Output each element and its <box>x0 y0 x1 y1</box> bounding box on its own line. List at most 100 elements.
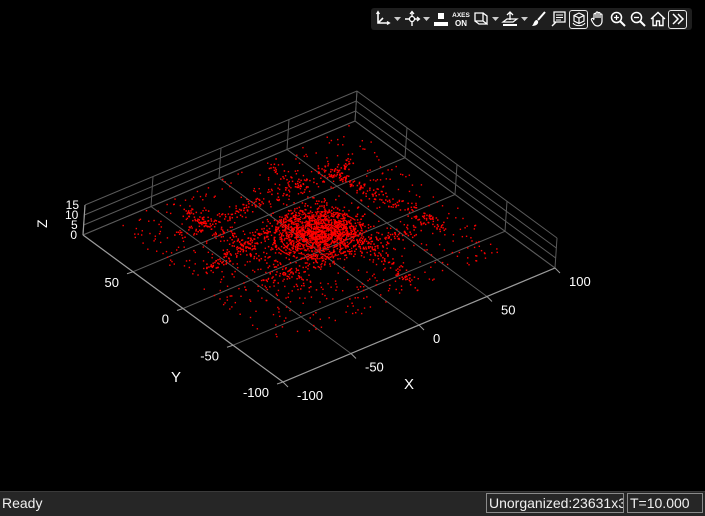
point <box>340 247 342 249</box>
ground-plane-icon[interactable] <box>500 9 520 29</box>
point <box>223 256 226 259</box>
point <box>255 200 257 203</box>
point <box>290 219 293 222</box>
point <box>324 215 327 218</box>
point <box>295 224 298 226</box>
rotate-icon[interactable] <box>402 9 422 29</box>
view-plane-icon[interactable] <box>471 9 491 29</box>
data-tip-icon[interactable] <box>549 9 569 29</box>
point <box>303 253 305 255</box>
point <box>419 261 421 263</box>
point-cloud-viewer[interactable]: -100 -50 0 50 100 -100 -50 0 50 0 5 10 15 X Y Z AX… <box>0 0 705 491</box>
point <box>328 317 330 319</box>
point <box>345 232 348 234</box>
point <box>250 201 253 203</box>
point-cloud-axes[interactable]: -100-50050100 -100-50050 051015 X Y Z <box>0 0 705 491</box>
point <box>385 199 387 201</box>
point <box>333 170 336 173</box>
pan-hand-icon[interactable] <box>588 9 608 29</box>
zoom-out-icon[interactable] <box>628 9 648 29</box>
point <box>361 140 364 142</box>
point <box>220 278 223 281</box>
point <box>382 201 384 204</box>
point <box>380 294 382 296</box>
point <box>299 181 301 184</box>
more-icon[interactable] <box>668 9 687 29</box>
point <box>295 158 297 160</box>
color-fill-icon[interactable] <box>431 9 451 29</box>
wall-grid-line <box>404 127 408 158</box>
point <box>315 328 317 330</box>
rotate-3d-icon[interactable] <box>569 9 588 29</box>
chevron-down-icon[interactable] <box>422 9 431 29</box>
point <box>297 240 299 242</box>
point <box>263 251 265 254</box>
point <box>408 279 411 282</box>
point <box>226 249 229 251</box>
point <box>203 288 206 290</box>
point <box>289 218 291 221</box>
point <box>392 258 394 260</box>
point <box>328 216 330 219</box>
point <box>365 192 367 195</box>
point <box>323 257 325 259</box>
point <box>267 238 270 241</box>
point <box>369 225 372 228</box>
point <box>394 237 396 240</box>
axes-on-off-icon[interactable]: AXES ON <box>451 9 471 29</box>
point <box>246 254 248 256</box>
point <box>253 257 255 260</box>
point <box>425 219 428 221</box>
home-icon[interactable] <box>648 9 668 29</box>
point <box>355 225 358 227</box>
point <box>311 239 314 241</box>
point <box>217 262 219 264</box>
point <box>296 186 299 189</box>
point <box>381 172 384 175</box>
point <box>275 324 277 326</box>
point <box>186 232 189 235</box>
point <box>224 181 226 183</box>
axes-transform-icon[interactable] <box>373 9 393 29</box>
point <box>478 240 480 243</box>
point <box>296 278 298 280</box>
point <box>273 231 276 234</box>
point <box>313 232 315 235</box>
point <box>280 245 283 248</box>
point <box>386 195 388 198</box>
chevron-down-icon[interactable] <box>520 9 529 29</box>
point <box>188 266 191 269</box>
point <box>329 236 332 239</box>
chevron-down-icon[interactable] <box>491 9 500 29</box>
point <box>381 250 384 252</box>
point <box>357 235 359 237</box>
point <box>378 220 380 223</box>
point <box>370 243 372 245</box>
point <box>287 254 290 256</box>
paint-brush-icon[interactable] <box>529 9 549 29</box>
point <box>343 242 346 244</box>
point <box>295 211 297 214</box>
point <box>272 313 275 316</box>
point <box>270 206 272 208</box>
point <box>428 214 431 216</box>
point <box>291 227 294 229</box>
point <box>345 254 347 256</box>
point <box>279 272 282 275</box>
point <box>261 201 263 203</box>
chevron-down-icon[interactable] <box>393 9 402 29</box>
point <box>287 234 290 237</box>
point <box>226 296 228 298</box>
point <box>299 226 301 229</box>
point <box>395 288 397 291</box>
point <box>344 166 346 168</box>
point <box>297 288 299 291</box>
point <box>359 221 361 224</box>
zoom-in-icon[interactable] <box>608 9 628 29</box>
point <box>354 235 357 237</box>
point <box>205 224 207 227</box>
point <box>259 192 262 195</box>
point <box>376 207 378 209</box>
point <box>424 223 427 226</box>
point <box>283 278 285 281</box>
